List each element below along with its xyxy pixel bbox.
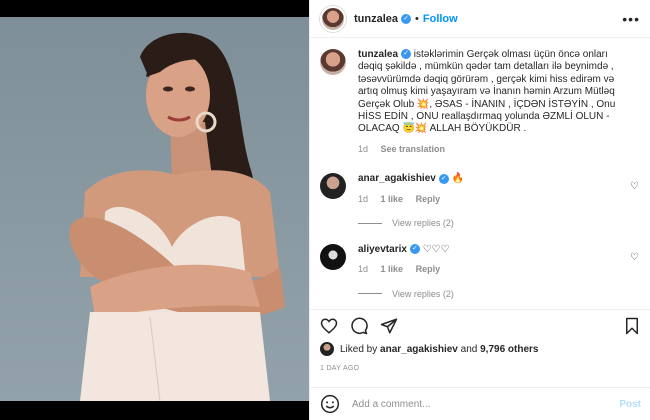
post-comment-button[interactable]: Post [619,399,641,410]
post-details-panel: tunzalea ✓ • Follow ••• tunzalea ✓ istəkl… [309,0,650,420]
comment-username[interactable]: anar_agakishiev [358,173,436,184]
comments-list[interactable]: tunzalea ✓ istəklərimin Gerçək olması üçü… [310,39,650,309]
comment-meta: 1d 1 like Reply [358,263,608,275]
likes-prefix: Liked by [340,343,378,355]
comment-body: aliyevtarix ✓ ♡♡♡ 1d 1 like Reply [358,244,608,276]
view-replies-button[interactable]: View replies (2) [358,289,639,299]
more-options-icon[interactable]: ••• [622,11,640,27]
author-avatar[interactable] [320,5,346,32]
comment-likes[interactable]: 1 like [381,264,404,274]
post-action-bar [310,309,650,342]
caption-avatar[interactable] [320,49,346,75]
comment-input[interactable] [352,398,620,410]
verified-badge-icon: ✓ [401,49,412,60]
woman-portrait-illustration [69,32,285,401]
likes-others-link[interactable]: 9,796 others [480,344,538,355]
verified-badge-icon: ✓ [409,244,420,255]
caption-meta: 1d See translation [358,143,628,155]
replies-divider [358,293,382,295]
follow-button[interactable]: Follow [423,13,458,25]
comment-username[interactable]: aliyevtarix [358,244,407,255]
post-timestamp[interactable]: 1 DAY AGO [320,365,359,372]
comment-body: anar_agakishiev ✓ 🔥 1d 1 like Reply [358,173,608,205]
header-separator: • [415,12,419,25]
bookmark-icon[interactable] [623,317,641,335]
view-replies-button[interactable]: View replies (2) [358,218,639,228]
instagram-post-modal: tunzalea ✓ • Follow ••• tunzalea ✓ istəkl… [0,0,650,420]
see-translation-link[interactable]: See translation [381,144,446,154]
comment-text: 🔥 [451,173,465,185]
liker-avatar[interactable] [320,342,334,356]
caption-time[interactable]: 1d [358,144,368,154]
comment-time[interactable]: 1d [358,264,368,274]
author-username[interactable]: tunzalea [354,13,398,25]
view-replies-label[interactable]: View replies (2) [392,289,454,299]
share-icon[interactable] [380,317,398,335]
replies-divider [358,222,382,224]
emoji-icon[interactable] [320,394,340,414]
caption-row: tunzalea ✓ istəklərimin Gerçək olması üçü… [320,49,639,155]
verified-badge-icon: ✓ [401,13,412,24]
comment-text: ♡♡♡ [422,244,450,256]
likes-and: and [460,343,478,355]
post-header: tunzalea ✓ • Follow ••• [310,0,650,38]
comment-icon[interactable] [350,317,368,335]
comment-meta: 1d 1 like Reply [358,193,608,205]
caption-body: tunzalea ✓ istəklərimin Gerçək olması üçü… [358,49,628,155]
caption-username[interactable]: tunzalea [358,49,398,60]
reply-button[interactable]: Reply [416,194,441,204]
verified-badge-icon: ✓ [438,173,449,184]
comment-row: anar_agakishiev ✓ 🔥 1d 1 like Reply ♡ [320,173,639,205]
liker-username[interactable]: anar_agakishiev [380,344,458,355]
post-photo[interactable] [0,0,309,420]
comment-likes[interactable]: 1 like [381,194,404,204]
caption-text: istəklərimin Gerçək olması üçün öncə onl… [358,49,616,135]
comment-like-heart-icon[interactable]: ♡ [630,173,639,205]
comment-time[interactable]: 1d [358,194,368,204]
comment-row: aliyevtarix ✓ ♡♡♡ 1d 1 like Reply ♡ [320,244,639,276]
view-replies-label[interactable]: View replies (2) [392,218,454,228]
commenter-avatar[interactable] [320,244,346,271]
reply-button[interactable]: Reply [416,264,441,274]
commenter-avatar[interactable] [320,173,346,200]
comment-like-heart-icon[interactable]: ♡ [630,244,639,276]
likes-summary: Liked by anar_agakishiev and 9,796 other… [320,342,538,356]
add-comment-bar: Post [310,387,650,420]
heart-icon[interactable] [320,317,338,335]
